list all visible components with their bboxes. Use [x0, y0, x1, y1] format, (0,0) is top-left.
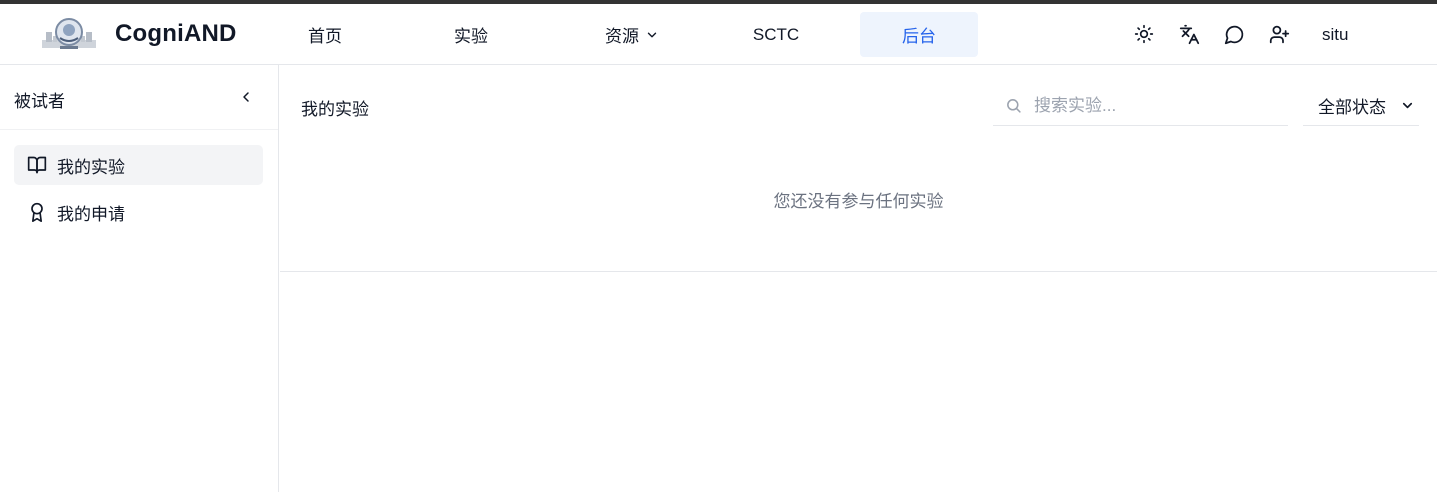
nav-resources[interactable]: 资源 — [590, 12, 674, 57]
award-icon — [27, 202, 47, 222]
search-box[interactable] — [993, 86, 1288, 126]
nav-admin-label: 后台 — [902, 27, 936, 46]
user-menu[interactable]: situ — [1322, 25, 1348, 45]
nav-home[interactable]: 首页 — [285, 12, 365, 57]
book-open-icon — [27, 155, 47, 175]
nav-sctc-label: SCTC — [752, 24, 800, 44]
sidebar: 被试者 我的实验 我的申请 — [0, 65, 279, 492]
sun-icon[interactable] — [1133, 23, 1155, 45]
sidebar-item-my-experiments[interactable]: 我的实验 — [14, 145, 263, 185]
page-title: 我的实验 — [301, 100, 369, 119]
status-filter-select[interactable]: 全部状态 — [1303, 86, 1419, 126]
chevron-down-icon — [1400, 98, 1415, 113]
collapse-sidebar-button[interactable] — [236, 86, 256, 108]
sidebar-header: 被试者 — [0, 65, 278, 130]
sidebar-item-my-applications[interactable]: 我的申请 — [14, 192, 263, 232]
nav-experiments-label: 实验 — [454, 27, 488, 46]
nav-experiments[interactable]: 实验 — [431, 12, 511, 57]
nav-resources-label: 资源 — [605, 27, 639, 46]
search-icon — [1004, 97, 1022, 115]
translate-icon[interactable] — [1178, 23, 1200, 45]
top-navbar: CogniAND 首页 实验 资源 SCTC 后台 situ — [0, 4, 1437, 65]
sidebar-item-label: 我的申请 — [57, 204, 125, 224]
nav-sctc[interactable]: SCTC — [736, 12, 816, 57]
sidebar-item-label: 我的实验 — [57, 157, 125, 177]
chevron-down-icon — [647, 32, 657, 37]
main-panel: 我的实验 全部状态 您还没有参与任何实验 — [280, 65, 1437, 272]
user-plus-icon[interactable] — [1268, 23, 1290, 45]
chevron-left-icon — [243, 92, 249, 102]
status-filter-value: 全部状态 — [1318, 98, 1386, 117]
chat-icon[interactable] — [1223, 23, 1245, 45]
nav-home-label: 首页 — [308, 27, 342, 46]
empty-state-message: 您还没有参与任何实验 — [773, 192, 944, 211]
search-input[interactable] — [1034, 95, 1274, 116]
sidebar-title: 被试者 — [14, 92, 65, 111]
cogniand-logo[interactable] — [40, 14, 98, 54]
nav-admin[interactable]: 后台 — [860, 12, 978, 57]
brand-name[interactable]: CogniAND — [115, 20, 237, 48]
